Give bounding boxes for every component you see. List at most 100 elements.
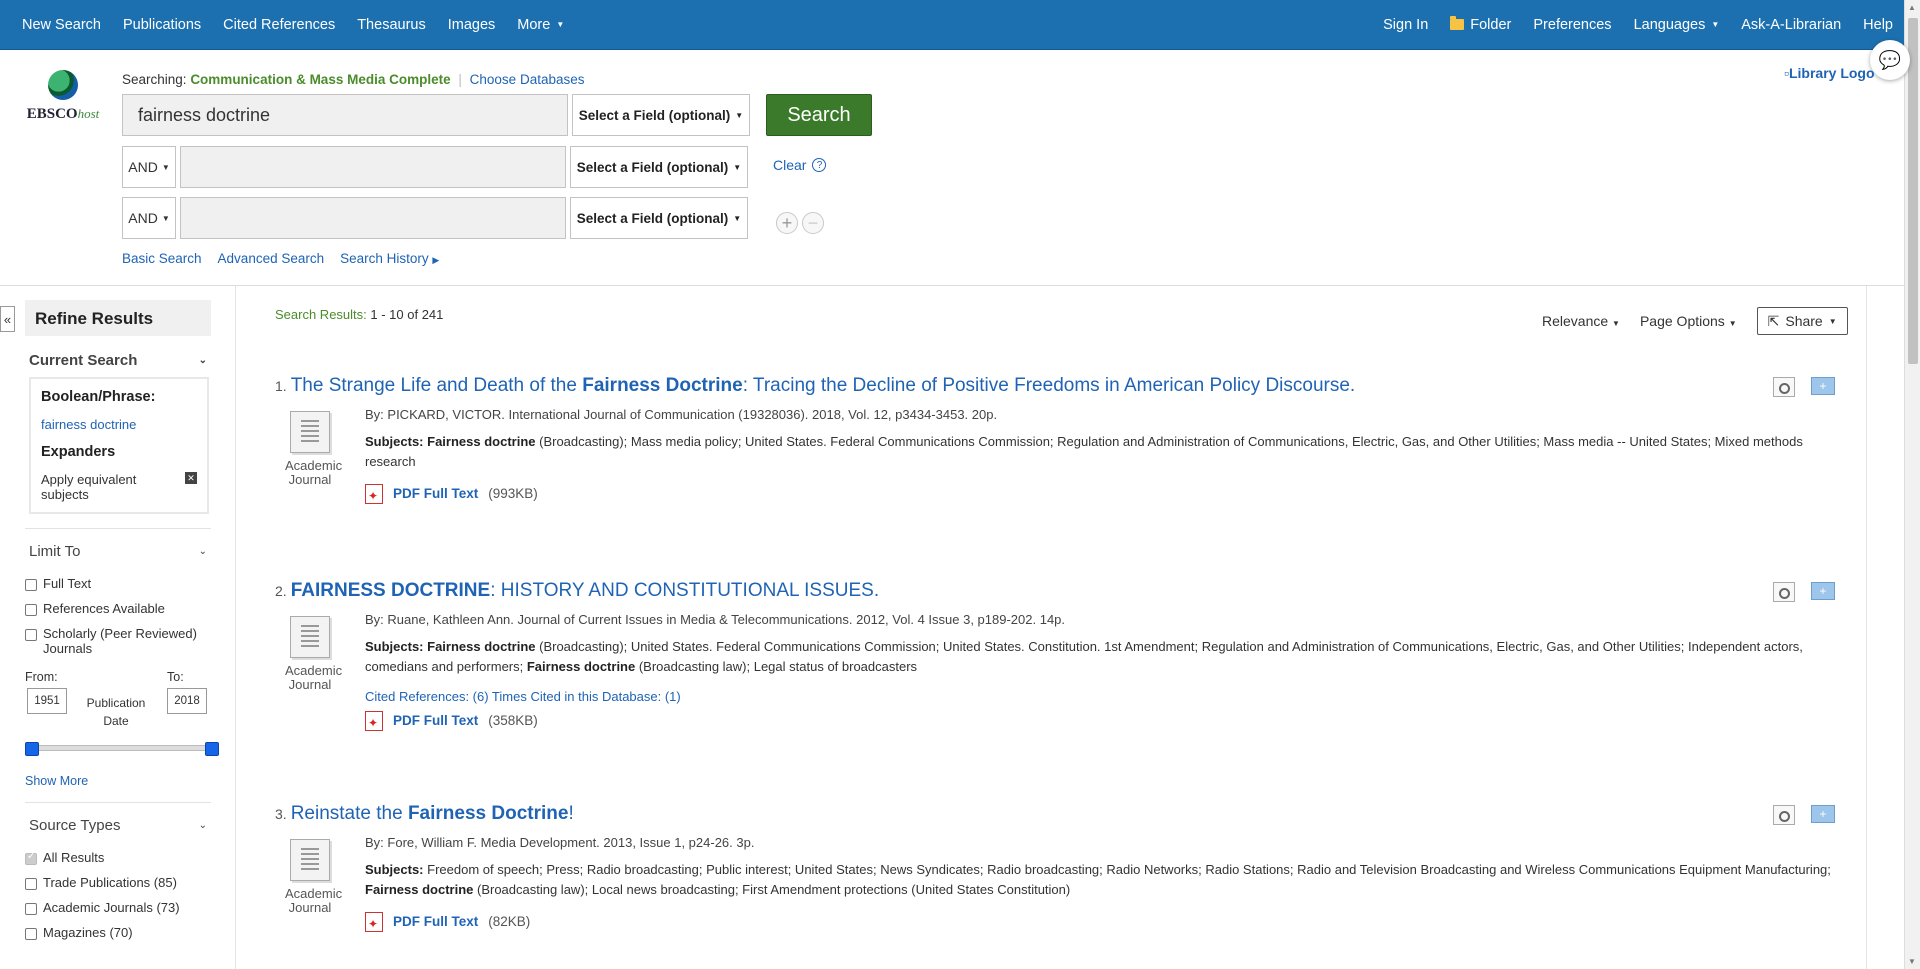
subject-highlight: Fairness doctrine bbox=[427, 639, 536, 654]
title-highlight: FAIRNESS DOCTRINE bbox=[290, 580, 491, 601]
search-button[interactable]: Search bbox=[766, 94, 872, 136]
choose-databases-link[interactable]: Choose Databases bbox=[470, 72, 585, 87]
nav-cited-references[interactable]: Cited References bbox=[212, 17, 346, 33]
limit-full-text[interactable]: Full Text bbox=[25, 576, 211, 591]
sort-relevance-dropdown[interactable]: Relevance ▼ bbox=[1542, 313, 1620, 329]
chat-widget-button[interactable]: 💬 bbox=[1870, 40, 1910, 80]
ebscohost-logo[interactable]: EBSCOhost bbox=[18, 70, 108, 123]
nav-languages[interactable]: Languages ▼ bbox=[1623, 17, 1731, 33]
pdf-icon[interactable] bbox=[365, 484, 383, 506]
checkbox[interactable] bbox=[25, 579, 37, 591]
current-search-header[interactable]: Current Search ⌄ bbox=[25, 352, 211, 369]
checkbox[interactable] bbox=[25, 629, 37, 641]
source-academic-journals[interactable]: Academic Journals (73) bbox=[25, 900, 211, 915]
share-label: Share bbox=[1785, 313, 1823, 329]
scroll-up-icon[interactable]: ▲ bbox=[1908, 3, 1916, 12]
pdf-icon[interactable] bbox=[365, 912, 383, 934]
subject-highlight: Fairness doctrine bbox=[427, 434, 536, 449]
result-subjects: Subjects: Fairness doctrine (Broadcastin… bbox=[365, 432, 1835, 472]
nav-sign-in[interactable]: Sign In bbox=[1372, 17, 1439, 33]
pdf-icon[interactable] bbox=[365, 711, 383, 733]
nav-ask-a-librarian[interactable]: Ask-A-Librarian bbox=[1730, 17, 1852, 33]
preview-icon[interactable] bbox=[1773, 805, 1795, 825]
to-year-input[interactable]: 2018 bbox=[167, 688, 207, 714]
share-button[interactable]: ⇱ Share ▼ bbox=[1756, 307, 1848, 335]
checkbox[interactable] bbox=[25, 604, 37, 616]
limit-to-header[interactable]: Limit To ⌄ bbox=[25, 543, 211, 560]
result-title[interactable]: 3. Reinstate the Fairness Doctrine! bbox=[275, 803, 1835, 825]
checkbox[interactable] bbox=[25, 928, 37, 940]
preview-icon[interactable] bbox=[1773, 377, 1795, 397]
source-label: Magazines (70) bbox=[43, 925, 133, 940]
search-history-link[interactable]: Search History ▶ bbox=[340, 251, 439, 266]
nav-new-search[interactable]: New Search bbox=[0, 17, 112, 33]
add-to-folder-icon[interactable]: + bbox=[1811, 582, 1835, 600]
library-logo[interactable]: ▫Library Logo bbox=[1784, 65, 1875, 81]
divider bbox=[25, 528, 211, 529]
checkbox[interactable] bbox=[25, 878, 37, 890]
boolean-select-3[interactable]: AND ▼ bbox=[122, 197, 176, 239]
source-magazines[interactable]: Magazines (70) bbox=[25, 925, 211, 940]
basic-search-link[interactable]: Basic Search bbox=[122, 251, 202, 266]
title-part: : HISTORY AND CONSTITUTIONAL ISSUES. bbox=[490, 580, 880, 601]
advanced-search-link[interactable]: Advanced Search bbox=[218, 251, 325, 266]
help-icon[interactable]: ? bbox=[812, 158, 827, 172]
page-options-dropdown[interactable]: Page Options ▼ bbox=[1640, 313, 1737, 329]
preview-icon[interactable] bbox=[1773, 582, 1795, 602]
field-select-1[interactable]: Select a Field (optional) ▼ bbox=[572, 94, 750, 136]
search-term-input-2[interactable] bbox=[180, 146, 566, 188]
add-to-folder-icon[interactable]: + bbox=[1811, 377, 1835, 395]
nav-images[interactable]: Images bbox=[437, 17, 507, 33]
page-scrollbar[interactable]: ▲ ▼ bbox=[1904, 0, 1920, 969]
publication-type-label: Academic Journal bbox=[285, 886, 343, 915]
pdf-full-text-link[interactable]: PDF Full Text bbox=[393, 711, 478, 731]
result-title[interactable]: 1. The Strange Life and Death of the Fair… bbox=[275, 375, 1835, 397]
clear-link[interactable]: Clear bbox=[773, 157, 806, 173]
search-term-input-3[interactable] bbox=[180, 197, 566, 239]
nav-preferences[interactable]: Preferences bbox=[1522, 17, 1622, 33]
publication-type: Academic Journal bbox=[285, 616, 342, 692]
search-row-2: AND ▼ Select a Field (optional) ▼ bbox=[122, 146, 748, 188]
source-label: Trade Publications (85) bbox=[43, 875, 177, 890]
slider-handle-min[interactable] bbox=[25, 742, 39, 756]
cited-references-link[interactable]: Cited References: (6) Times Cited in thi… bbox=[365, 687, 1835, 707]
nav-publications[interactable]: Publications bbox=[112, 17, 212, 33]
field-select-3[interactable]: Select a Field (optional) ▼ bbox=[570, 197, 748, 239]
pdf-full-text-link[interactable]: PDF Full Text bbox=[393, 912, 478, 932]
chevron-down-icon: ⌄ bbox=[198, 546, 207, 557]
result-body: By: PICKARD, VICTOR. International Journ… bbox=[365, 405, 1835, 506]
slider-handle-max[interactable] bbox=[205, 742, 219, 756]
show-more-link[interactable]: Show More bbox=[25, 774, 211, 788]
collapse-sidebar-button[interactable]: « bbox=[0, 306, 15, 332]
remove-expander-icon[interactable]: ✕ bbox=[185, 472, 197, 484]
subjects-label: Subjects: bbox=[365, 434, 424, 449]
search-term-input-1[interactable]: fairness doctrine bbox=[122, 94, 568, 136]
limit-scholarly-journals[interactable]: Scholarly (Peer Reviewed) Journals bbox=[25, 626, 211, 656]
checkbox[interactable] bbox=[25, 851, 37, 865]
nav-thesaurus[interactable]: Thesaurus bbox=[346, 17, 437, 33]
date-range-slider[interactable] bbox=[25, 742, 219, 756]
boolean-phrase-value[interactable]: fairness doctrine bbox=[41, 417, 197, 432]
remove-row-icon[interactable]: − bbox=[802, 212, 824, 234]
nav-folder[interactable]: Folder bbox=[1439, 16, 1522, 33]
field-select-2[interactable]: Select a Field (optional) ▼ bbox=[570, 146, 748, 188]
checkbox[interactable] bbox=[25, 903, 37, 915]
limit-references-available[interactable]: References Available bbox=[25, 601, 211, 616]
result-title[interactable]: 2. FAIRNESS DOCTRINE: HISTORY AND CONSTIT… bbox=[275, 580, 1835, 602]
add-row-icon[interactable]: + bbox=[776, 212, 798, 234]
clear-control: Clear ? bbox=[773, 157, 827, 173]
add-to-folder-icon[interactable]: + bbox=[1811, 805, 1835, 823]
boolean-select-2[interactable]: AND ▼ bbox=[122, 146, 176, 188]
scrollbar-thumb[interactable] bbox=[1908, 18, 1918, 364]
source-trade-publications[interactable]: Trade Publications (85) bbox=[25, 875, 211, 890]
scroll-down-icon[interactable]: ▼ bbox=[1908, 957, 1916, 966]
pdf-full-text-link[interactable]: PDF Full Text bbox=[393, 484, 478, 504]
source-types-header[interactable]: Source Types ⌄ bbox=[25, 817, 211, 834]
searching-line: Searching: Communication & Mass Media Co… bbox=[122, 72, 584, 87]
from-year-input[interactable]: 1951 bbox=[27, 688, 67, 714]
nav-more[interactable]: More ▼ bbox=[506, 17, 575, 33]
source-all-results[interactable]: All Results bbox=[25, 850, 211, 865]
caret-down-icon: ▼ bbox=[1828, 316, 1837, 326]
nav-help[interactable]: Help bbox=[1852, 17, 1904, 33]
source-types-title: Source Types bbox=[29, 817, 121, 834]
